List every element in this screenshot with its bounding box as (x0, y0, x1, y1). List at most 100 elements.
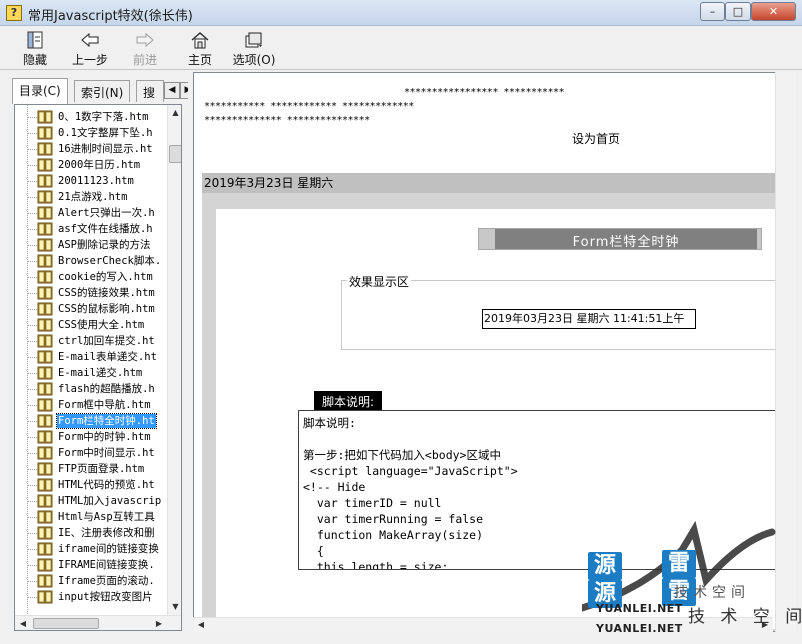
code-line: <!-- Hide (303, 480, 366, 494)
tree-item[interactable]: cookie的写入.htm (21, 269, 166, 285)
options-button[interactable]: 选项(O) (232, 31, 276, 69)
back-label: 上一步 (71, 53, 108, 67)
tree-item[interactable]: HTML加入javascrip (21, 493, 166, 509)
watermark-cn-bottom: 技 术 空 间 (688, 607, 802, 627)
tab-contents[interactable]: 目录(C) (12, 78, 68, 104)
star-banner-line: *********** ************ ************* (204, 101, 414, 112)
tree-item[interactable]: 0.1文字整屏下坠.h (21, 125, 166, 141)
tree-item-label: IFRAME间链接变换. (58, 559, 155, 571)
tree-item-label: FTP页面登录.htm (58, 463, 145, 475)
tree-item[interactable]: asf文件在线播放.h (21, 221, 166, 237)
tree-item[interactable]: Alert只弹出一次.h (21, 205, 166, 221)
tree-connector (28, 229, 37, 230)
hscroll-thumb[interactable] (33, 618, 99, 629)
book-icon (37, 350, 53, 364)
script-notes-tab-label: 脚本说明: (321, 395, 375, 409)
scroll-thumb[interactable] (169, 145, 181, 163)
tab-index[interactable]: 索引(N) (74, 80, 131, 102)
tree-item-label: ASP删除记录的方法 (58, 239, 151, 251)
close-button[interactable]: ✕ (751, 2, 796, 21)
tree-connector (28, 133, 37, 134)
code-line: 脚本说明: (303, 416, 356, 430)
tree-item[interactable]: HTML代码的预览.ht (21, 477, 166, 493)
tree-item[interactable]: IFRAME间链接变换. (21, 557, 166, 573)
tree-vertical-scrollbar[interactable]: ▲ ▼ (167, 105, 181, 615)
tree-item[interactable]: Form中的时钟.htm (21, 429, 166, 445)
book-icon (37, 254, 53, 268)
tree-item[interactable]: ASP删除记录的方法 (21, 237, 166, 253)
tree-item[interactable]: 0、1数字下落.htm (21, 109, 166, 125)
tree-connector (28, 581, 37, 582)
clock-input[interactable]: 2019年03月23日 星期六 11:41:51上午 (482, 309, 696, 329)
watermark-site: YUANLEI.NET (596, 602, 683, 615)
tree-connector (28, 357, 37, 358)
tree-item[interactable]: Form中时间显示.ht (21, 445, 166, 461)
content-scroll-left-button[interactable]: ◀ (193, 618, 209, 632)
tree-item[interactable]: Iframe页面的滚动. (21, 573, 166, 589)
tree-item[interactable]: FTP页面登录.htm (21, 461, 166, 477)
tree-item[interactable]: 16进制时间显示.ht (21, 141, 166, 157)
tree-item[interactable]: CSS的鼠标影响.htm (21, 301, 166, 317)
tree-item[interactable]: CSS使用大全.htm (21, 317, 166, 333)
demo-title: Form栏特全时钟 (572, 235, 680, 250)
nav-tabs: 目录(C) 索引(N) 搜 ◀ ▶ (12, 78, 196, 104)
tree-connector (28, 197, 37, 198)
book-icon (37, 222, 53, 236)
book-icon (37, 430, 53, 444)
book-icon (37, 158, 53, 172)
tree-connector (28, 597, 37, 598)
tree-item[interactable]: Html与Asp互转工具 (21, 509, 166, 525)
back-button[interactable]: 上一步 (68, 31, 112, 69)
tree-item[interactable]: iframe间的链接变换 (21, 541, 166, 557)
book-icon (37, 142, 53, 156)
scroll-up-button[interactable]: ▲ (168, 105, 181, 121)
forward-button[interactable]: 前进 (128, 31, 162, 69)
tab-scroll-left-button[interactable]: ◀ (164, 82, 180, 99)
tree-horizontal-scrollbar[interactable]: ◀ ▶ (15, 615, 181, 630)
tree-item-label: CSS的链接效果.htm (58, 287, 155, 299)
tree-item[interactable]: input按钮改变图片 (21, 589, 166, 605)
tree-item[interactable]: E-mail表单递交.ht (21, 349, 166, 365)
book-icon (37, 462, 53, 476)
tab-search[interactable]: 搜 (136, 80, 164, 102)
minimize-button[interactable]: – (700, 2, 725, 21)
set-homepage-link[interactable]: 设为首页 (572, 130, 620, 147)
scroll-left-button[interactable]: ◀ (15, 616, 31, 630)
tree-connector (28, 565, 37, 566)
tree-item-label: Form中的时钟.htm (58, 431, 151, 443)
tree-item[interactable]: Form框中导航.htm (21, 397, 166, 413)
tree-item-label: ctrl加回车提交.ht (58, 335, 155, 347)
code-line: var timerRunning = false (303, 512, 484, 526)
scroll-down-button[interactable]: ▼ (168, 599, 181, 615)
book-icon (37, 126, 53, 140)
tree-connector (28, 485, 37, 486)
tree-item[interactable]: 20011123.htm (21, 173, 166, 189)
tree-item[interactable]: E-mail递交.htm (21, 365, 166, 381)
hide-pane-icon (27, 31, 43, 49)
tree-item[interactable]: Form栏特全时钟.ht (21, 413, 166, 429)
tree-item[interactable]: 2000年日历.htm (21, 157, 166, 173)
scroll-right-button[interactable]: ▶ (151, 616, 167, 630)
tree-connector (28, 373, 37, 374)
maximize-button[interactable]: □ (725, 2, 751, 21)
tree-item[interactable]: CSS的链接效果.htm (21, 285, 166, 301)
tree-item-label: iframe间的链接变换 (58, 543, 159, 555)
home-button[interactable]: 主页 (184, 31, 216, 69)
arrow-right-icon (136, 32, 154, 48)
hide-button[interactable]: 隐藏 (18, 31, 52, 69)
tree-item[interactable]: flash的超酷播放.h (21, 381, 166, 397)
contents-tree[interactable]: 0、1数字下落.htm 0.1文字整屏下坠.h 16进制时间显示.ht 2000年日历… (14, 104, 182, 631)
tree-item[interactable]: BrowserCheck脚本. (21, 253, 166, 269)
tree-item-label: BrowserCheck脚本. (58, 255, 162, 267)
book-icon (37, 478, 53, 492)
watermark-cn-top: 技术空间 (674, 585, 750, 601)
tree-connector (28, 341, 37, 342)
options-label: 选项(O) (232, 53, 276, 67)
tree-item[interactable]: ctrl加回车提交.ht (21, 333, 166, 349)
book-icon (37, 238, 53, 252)
tree-item[interactable]: IE、注册表修改和删 (21, 525, 166, 541)
tree-item-label: Html与Asp互转工具 (58, 511, 155, 523)
tree-connector (28, 405, 37, 406)
tree-item[interactable]: 21点游戏.htm (21, 189, 166, 205)
